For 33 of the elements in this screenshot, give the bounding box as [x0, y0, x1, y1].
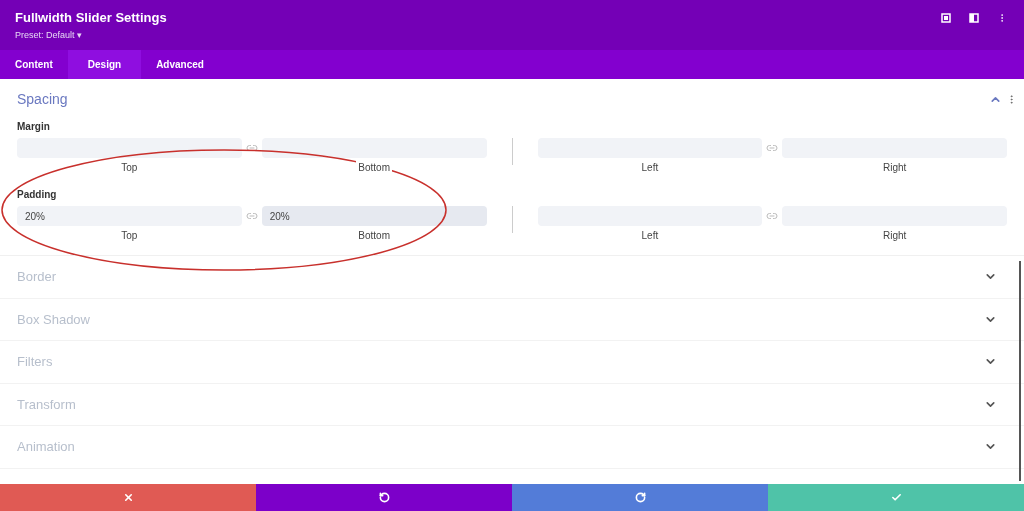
preset-selector[interactable]: Preset: Default ▾	[15, 29, 167, 43]
field-caption: Top	[119, 160, 140, 175]
save-button[interactable]	[768, 484, 1024, 511]
undo-button[interactable]	[256, 484, 512, 511]
redo-icon	[634, 492, 646, 503]
redo-button[interactable]	[512, 484, 768, 511]
field-caption: Bottom	[356, 160, 392, 175]
input-field[interactable]: 20%	[17, 206, 242, 226]
close-icon	[122, 492, 134, 503]
tab[interactable]: Design	[67, 50, 142, 79]
sidebar-layout-icon[interactable]	[969, 13, 979, 23]
section-title[interactable]: Spacing	[17, 88, 68, 110]
section-title: Animation	[17, 438, 75, 456]
input-field[interactable]	[17, 138, 242, 158]
section-title: Border	[17, 268, 57, 286]
input-field[interactable]: 20%	[261, 206, 487, 226]
field-caption: Right	[880, 160, 909, 175]
undo-icon	[378, 492, 390, 503]
group-label: Padding	[17, 188, 58, 202]
field-caption: Top	[119, 228, 140, 243]
section-title: Box Shadow	[17, 310, 90, 329]
section-title: Filters	[17, 353, 53, 371]
window-icon[interactable]	[941, 13, 951, 23]
check-icon	[890, 492, 902, 503]
tab[interactable]: Advanced	[141, 50, 219, 79]
section-title: Transform	[17, 395, 76, 414]
tab[interactable]: Content	[0, 50, 68, 79]
window-title: Fullwidth Slider Settings	[15, 10, 167, 26]
group-label: Margin	[17, 120, 51, 134]
close-button[interactable]	[0, 484, 256, 511]
scrollbar[interactable]	[1019, 261, 1021, 481]
input-field[interactable]	[261, 138, 487, 158]
field-caption: Right	[880, 228, 909, 243]
